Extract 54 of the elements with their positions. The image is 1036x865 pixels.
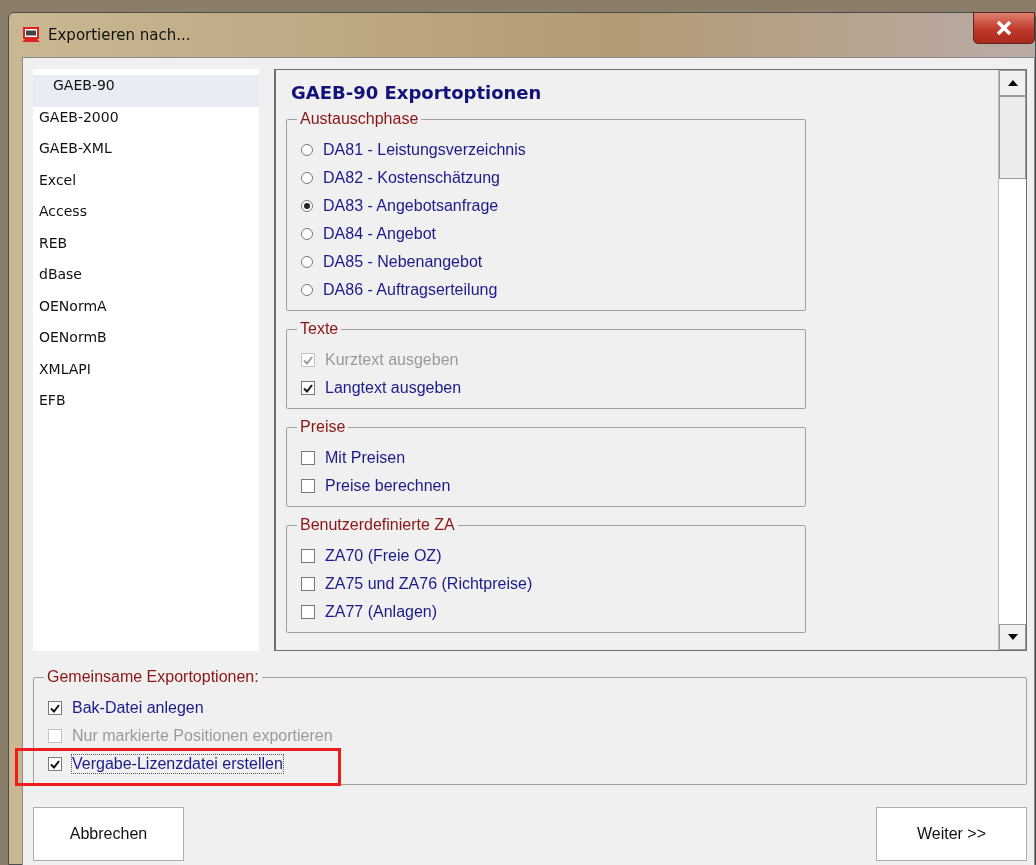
format-item[interactable]: dBase bbox=[33, 264, 259, 296]
app-icon bbox=[22, 26, 40, 44]
radio-button[interactable] bbox=[301, 284, 313, 296]
format-item[interactable]: Access bbox=[33, 201, 259, 233]
option-label: ZA70 (Freie OZ) bbox=[325, 547, 442, 565]
format-item[interactable]: EFB bbox=[33, 390, 259, 422]
checkbox[interactable] bbox=[48, 701, 62, 715]
option-label: ZA77 (Anlagen) bbox=[325, 603, 438, 621]
option-label: DA85 - Nebenangebot bbox=[323, 253, 483, 271]
window-title: Exportieren nach... bbox=[48, 26, 191, 44]
option-label: DA82 - Kostenschätzung bbox=[323, 169, 500, 187]
radio-button[interactable] bbox=[301, 200, 313, 212]
checkbox[interactable] bbox=[301, 605, 315, 619]
format-item[interactable]: REB bbox=[33, 232, 259, 264]
option-label: Vergabe-Lizenzdatei erstellen bbox=[72, 755, 283, 773]
format-item[interactable]: OENormA bbox=[33, 295, 259, 327]
option-label: Bak-Datei anlegen bbox=[72, 699, 204, 717]
checkbox[interactable] bbox=[301, 479, 315, 493]
format-item[interactable]: Excel bbox=[33, 169, 259, 201]
next-button[interactable]: Weiter >> bbox=[876, 807, 1027, 861]
checkbox[interactable] bbox=[48, 757, 62, 771]
checkbox[interactable] bbox=[301, 577, 315, 591]
option-label: DA84 - Angebot bbox=[323, 225, 436, 243]
option-label: Preise berechnen bbox=[325, 477, 451, 495]
scroll-down-icon[interactable] bbox=[1007, 634, 1018, 640]
close-icon bbox=[996, 21, 1012, 35]
radio-button[interactable] bbox=[301, 256, 313, 268]
close-button[interactable] bbox=[973, 12, 1035, 44]
option-label: Mit Preisen bbox=[325, 449, 406, 467]
format-item[interactable]: GAEB-2000 bbox=[33, 106, 259, 138]
format-item[interactable]: GAEB-XML bbox=[33, 138, 259, 170]
checkbox[interactable] bbox=[301, 381, 315, 395]
option-label: Kurztext ausgeben bbox=[325, 351, 459, 369]
option-label: DA83 - Angebotsanfrage bbox=[323, 197, 499, 215]
group-title: Gemeinsame Exportoptionen: bbox=[44, 668, 262, 686]
scrollbar-thumb[interactable] bbox=[999, 96, 1026, 179]
format-item[interactable]: GAEB-90 bbox=[33, 75, 259, 107]
radio-button[interactable] bbox=[301, 172, 313, 184]
scroll-up-icon[interactable] bbox=[1007, 80, 1018, 86]
option-label: Nur markierte Positionen exportieren bbox=[72, 727, 333, 745]
option-label: Langtext ausgeben bbox=[325, 379, 462, 397]
radio-button[interactable] bbox=[301, 144, 313, 156]
format-item[interactable]: XMLAPI bbox=[33, 358, 259, 390]
option-label: DA86 - Auftragserteilung bbox=[323, 281, 498, 299]
option-label: ZA75 und ZA76 (Richtpreise) bbox=[325, 575, 533, 593]
group-title: Austauschphase bbox=[297, 110, 422, 128]
radio-button[interactable] bbox=[301, 228, 313, 240]
checkbox[interactable] bbox=[301, 549, 315, 563]
checkbox[interactable] bbox=[301, 451, 315, 465]
option-label: DA81 - Leistungsverzeichnis bbox=[323, 141, 526, 159]
scrollbar[interactable] bbox=[998, 70, 1026, 650]
format-item[interactable]: OENormB bbox=[33, 327, 259, 359]
panel-heading: GAEB-90 Exportoptionen bbox=[291, 82, 543, 103]
cancel-button[interactable]: Abbrechen bbox=[33, 807, 184, 861]
